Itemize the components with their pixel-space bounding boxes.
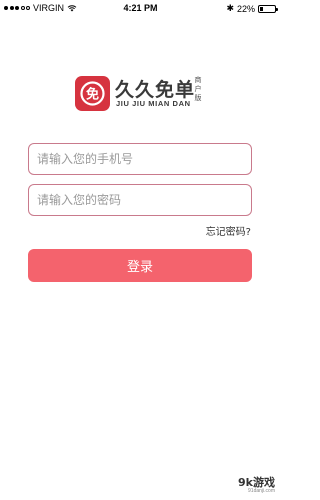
- status-right: ✱ 22%: [226, 3, 278, 14]
- logo-badge-char: 商: [194, 77, 202, 84]
- password-input[interactable]: [28, 184, 252, 216]
- logo-name-cn: 久久免单: [115, 79, 196, 101]
- logo-name-en: JIU JIU MIAN DAN: [116, 99, 191, 108]
- status-bar: VIRGIN 4:21 PM ✱ 22%: [0, 0, 281, 16]
- logo-badge-char: 户: [194, 86, 202, 93]
- watermark-logo: 9k游戏 91danji.com: [225, 474, 275, 496]
- battery-fill: [260, 6, 264, 11]
- logo-badge-char: 版: [194, 95, 202, 102]
- svg-text:免: 免: [86, 87, 99, 103]
- phone-input[interactable]: [28, 143, 252, 175]
- app-logo: 免 久久免单 商 户 版 JIU JIU MIAN DAN: [75, 76, 215, 112]
- forgot-password-link[interactable]: 忘记密码?: [206, 223, 251, 238]
- bluetooth-icon: ✱: [226, 3, 234, 13]
- logo-icon: 免: [75, 76, 110, 111]
- battery-icon: [258, 4, 278, 13]
- battery-percent: 22%: [236, 3, 255, 14]
- login-button[interactable]: 登录: [28, 249, 252, 282]
- logo-badge: 商 户 版: [193, 76, 203, 103]
- watermark-sub: 91danji.com: [248, 488, 275, 494]
